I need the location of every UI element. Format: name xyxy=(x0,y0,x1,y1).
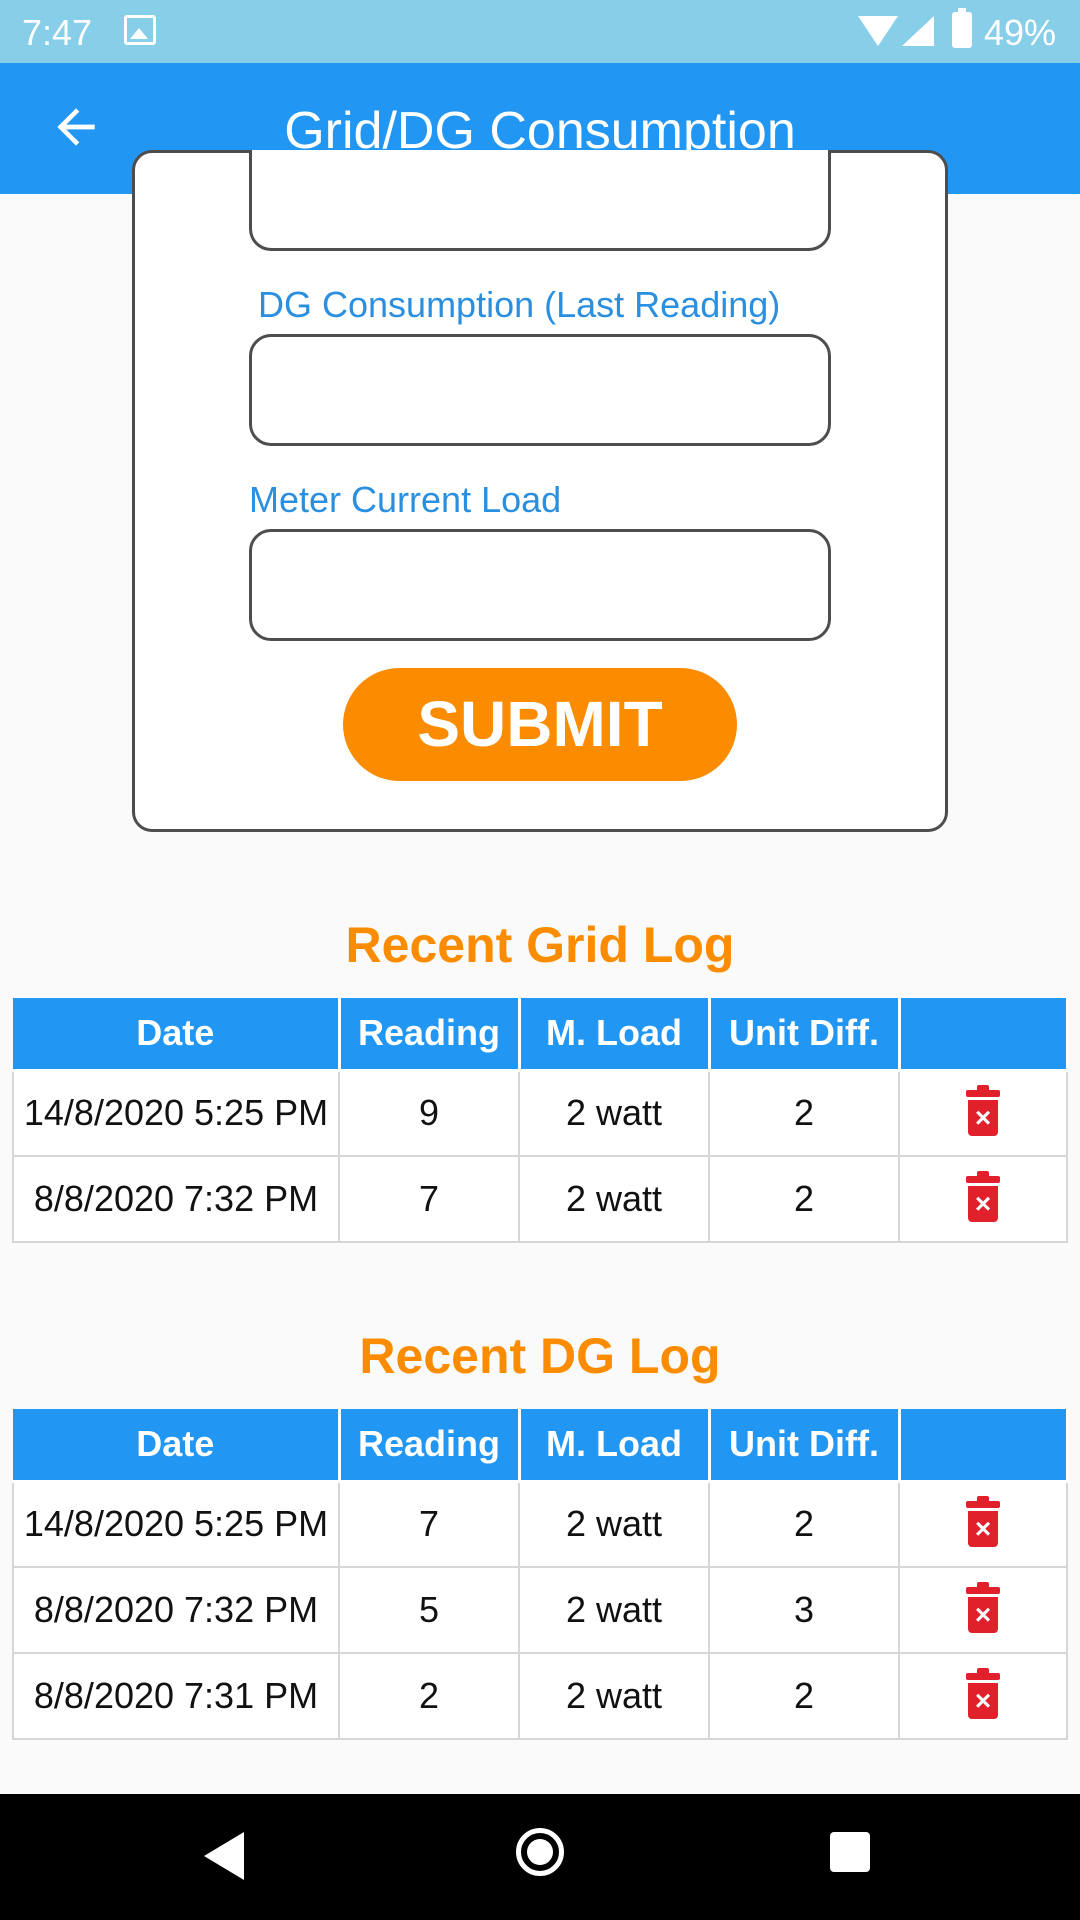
cell-unit-diff: 3 xyxy=(708,1566,900,1654)
cell-date: 14/8/2020 5:25 PM xyxy=(12,1480,340,1568)
cell-reading: 5 xyxy=(338,1566,520,1654)
cell-delete: × xyxy=(898,1652,1068,1740)
column-header-unit-diff: Unit Diff. xyxy=(709,998,901,1072)
nav-home-icon[interactable] xyxy=(516,1828,564,1876)
column-header-actions xyxy=(899,998,1069,1072)
column-header-reading: Reading xyxy=(339,1409,521,1483)
cell-date: 8/8/2020 7:32 PM xyxy=(12,1566,340,1654)
previous-field-input[interactable] xyxy=(249,150,831,251)
cell-delete: × xyxy=(898,1069,1068,1157)
cell-date: 8/8/2020 7:31 PM xyxy=(12,1652,340,1740)
cell-unit-diff: 2 xyxy=(708,1480,900,1568)
column-header-m-load: M. Load xyxy=(519,1409,711,1483)
table-row: 8/8/2020 7:32 PM 7 2 watt 2 × xyxy=(12,1155,1068,1243)
grid-log-title: Recent Grid Log xyxy=(345,917,735,973)
table-row: 8/8/2020 7:31 PM 2 2 watt 2 × xyxy=(12,1652,1068,1740)
column-header-date: Date xyxy=(13,1409,341,1483)
cell-unit-diff: 2 xyxy=(708,1155,900,1243)
system-nav-bar xyxy=(0,1794,1080,1920)
table-header-row: Date Reading M. Load Unit Diff. xyxy=(13,1409,1069,1483)
cell-delete: × xyxy=(898,1155,1068,1243)
status-bar: 7:47 49% xyxy=(0,0,1080,63)
cell-unit-diff: 2 xyxy=(708,1652,900,1740)
delete-icon[interactable]: × xyxy=(966,1496,1000,1548)
meter-current-load-label: Meter Current Load xyxy=(249,479,562,520)
cell-reading: 2 xyxy=(338,1652,520,1740)
status-time: 7:47 xyxy=(22,12,93,53)
meter-current-load-input[interactable] xyxy=(249,529,831,641)
grid-log-table: Date Reading M. Load Unit Diff. 14/8/202… xyxy=(12,998,1069,1243)
cell-m-load: 2 watt xyxy=(518,1155,710,1243)
image-notification-icon xyxy=(124,15,156,45)
delete-icon[interactable]: × xyxy=(966,1171,1000,1223)
cell-reading: 7 xyxy=(338,1155,520,1243)
column-header-date: Date xyxy=(13,998,341,1072)
table-row: 14/8/2020 5:25 PM 9 2 watt 2 × xyxy=(12,1069,1068,1157)
nav-recents-icon[interactable] xyxy=(830,1832,870,1872)
dg-log-table: Date Reading M. Load Unit Diff. 14/8/202… xyxy=(12,1409,1069,1740)
delete-icon[interactable]: × xyxy=(966,1085,1000,1137)
table-row: 14/8/2020 5:25 PM 7 2 watt 2 × xyxy=(12,1480,1068,1568)
cell-m-load: 2 watt xyxy=(518,1480,710,1568)
cell-m-load: 2 watt xyxy=(518,1566,710,1654)
cell-delete: × xyxy=(898,1480,1068,1568)
dg-consumption-label: DG Consumption (Last Reading) xyxy=(258,284,781,325)
cell-date: 14/8/2020 5:25 PM xyxy=(12,1069,340,1157)
column-header-reading: Reading xyxy=(339,998,521,1072)
cell-date: 8/8/2020 7:32 PM xyxy=(12,1155,340,1243)
cell-signal-icon xyxy=(902,16,934,46)
delete-icon[interactable]: × xyxy=(966,1668,1000,1720)
dg-log-title: Recent DG Log xyxy=(359,1328,721,1384)
table-row: 8/8/2020 7:32 PM 5 2 watt 3 × xyxy=(12,1566,1068,1654)
cell-reading: 9 xyxy=(338,1069,520,1157)
dg-consumption-input[interactable] xyxy=(249,334,831,446)
battery-icon xyxy=(952,8,972,48)
delete-icon[interactable]: × xyxy=(966,1582,1000,1634)
wifi-icon xyxy=(858,16,898,46)
column-header-m-load: M. Load xyxy=(519,998,711,1072)
cell-unit-diff: 2 xyxy=(708,1069,900,1157)
cell-reading: 7 xyxy=(338,1480,520,1568)
column-header-actions xyxy=(899,1409,1069,1483)
column-header-unit-diff: Unit Diff. xyxy=(709,1409,901,1483)
nav-back-icon[interactable] xyxy=(204,1832,244,1880)
table-header-row: Date Reading M. Load Unit Diff. xyxy=(13,998,1069,1072)
submit-button[interactable]: SUBMIT xyxy=(343,668,737,781)
cell-m-load: 2 watt xyxy=(518,1652,710,1740)
cell-m-load: 2 watt xyxy=(518,1069,710,1157)
cell-delete: × xyxy=(898,1566,1068,1654)
battery-percent: 49% xyxy=(984,12,1057,53)
